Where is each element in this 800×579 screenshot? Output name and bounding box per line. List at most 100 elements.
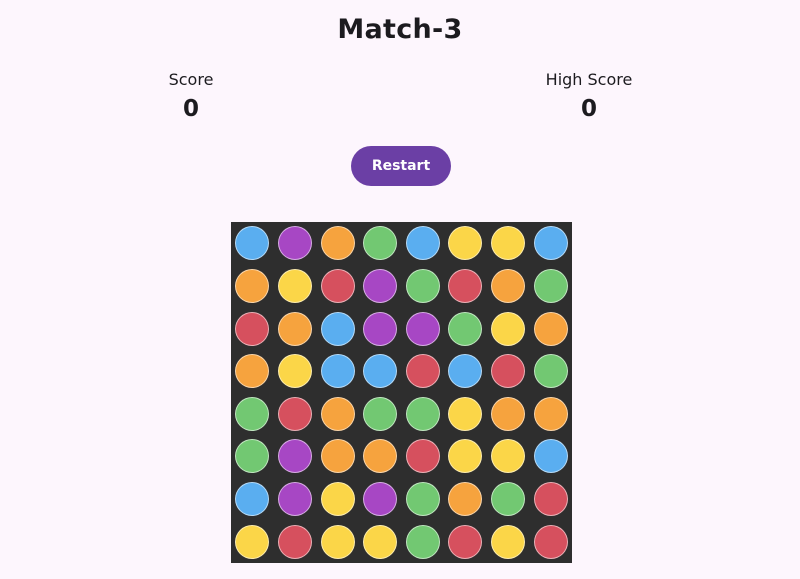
board-cell[interactable] [316,520,359,563]
red-gem[interactable] [405,354,440,389]
board-cell[interactable] [274,222,317,265]
red-gem[interactable] [533,524,568,559]
board-cell[interactable] [316,307,359,350]
blue-gem[interactable] [448,354,483,389]
yellow-gem[interactable] [491,311,526,346]
board-cell[interactable] [274,307,317,350]
board-cell[interactable] [359,265,402,308]
board-cell[interactable] [487,520,530,563]
board-cell[interactable] [274,478,317,521]
orange-gem[interactable] [533,311,568,346]
board-cell[interactable] [274,350,317,393]
board-cell[interactable] [231,350,274,393]
board-cell[interactable] [529,265,572,308]
orange-gem[interactable] [491,396,526,431]
board-cell[interactable] [487,393,530,436]
yellow-gem[interactable] [320,524,355,559]
purple-gem[interactable] [363,482,398,517]
board-cell[interactable] [231,478,274,521]
board-cell[interactable] [487,265,530,308]
green-gem[interactable] [405,396,440,431]
green-gem[interactable] [405,524,440,559]
board-cell[interactable] [316,350,359,393]
blue-gem[interactable] [320,311,355,346]
orange-gem[interactable] [235,268,270,303]
board-cell[interactable] [444,435,487,478]
green-gem[interactable] [533,268,568,303]
board-cell[interactable] [316,222,359,265]
purple-gem[interactable] [405,311,440,346]
board-cell[interactable] [231,307,274,350]
restart-button[interactable]: Restart [351,146,451,186]
green-gem[interactable] [363,226,398,261]
board-cell[interactable] [402,307,445,350]
board-cell[interactable] [444,478,487,521]
board-cell[interactable] [359,520,402,563]
red-gem[interactable] [491,354,526,389]
board-cell[interactable] [402,435,445,478]
board-cell[interactable] [529,435,572,478]
red-gem[interactable] [448,268,483,303]
board-cell[interactable] [359,393,402,436]
board-cell[interactable] [529,222,572,265]
red-gem[interactable] [448,524,483,559]
yellow-gem[interactable] [235,524,270,559]
blue-gem[interactable] [235,482,270,517]
orange-gem[interactable] [448,482,483,517]
red-gem[interactable] [235,311,270,346]
red-gem[interactable] [405,439,440,474]
board-cell[interactable] [529,307,572,350]
board-cell[interactable] [231,393,274,436]
yellow-gem[interactable] [448,226,483,261]
yellow-gem[interactable] [363,524,398,559]
board-cell[interactable] [316,478,359,521]
green-gem[interactable] [235,439,270,474]
blue-gem[interactable] [533,226,568,261]
board-cell[interactable] [529,350,572,393]
board-cell[interactable] [444,222,487,265]
green-gem[interactable] [491,482,526,517]
green-gem[interactable] [405,268,440,303]
board-cell[interactable] [402,393,445,436]
board-cell[interactable] [529,478,572,521]
board-cell[interactable] [487,222,530,265]
board-cell[interactable] [444,350,487,393]
blue-gem[interactable] [533,439,568,474]
board-cell[interactable] [487,478,530,521]
board-cell[interactable] [231,435,274,478]
board-cell[interactable] [487,307,530,350]
board-cell[interactable] [529,520,572,563]
purple-gem[interactable] [277,482,312,517]
orange-gem[interactable] [235,354,270,389]
green-gem[interactable] [448,311,483,346]
orange-gem[interactable] [363,439,398,474]
board-cell[interactable] [402,222,445,265]
blue-gem[interactable] [235,226,270,261]
blue-gem[interactable] [405,226,440,261]
green-gem[interactable] [363,396,398,431]
blue-gem[interactable] [320,354,355,389]
orange-gem[interactable] [491,268,526,303]
board-cell[interactable] [529,393,572,436]
board-cell[interactable] [444,307,487,350]
board-cell[interactable] [359,222,402,265]
blue-gem[interactable] [363,354,398,389]
purple-gem[interactable] [363,268,398,303]
green-gem[interactable] [235,396,270,431]
yellow-gem[interactable] [277,354,312,389]
green-gem[interactable] [405,482,440,517]
board-cell[interactable] [444,265,487,308]
board-cell[interactable] [402,350,445,393]
board-cell[interactable] [359,478,402,521]
purple-gem[interactable] [277,439,312,474]
board-cell[interactable] [402,478,445,521]
board-cell[interactable] [316,435,359,478]
yellow-gem[interactable] [491,226,526,261]
yellow-gem[interactable] [448,396,483,431]
board-cell[interactable] [487,350,530,393]
board-cell[interactable] [316,265,359,308]
board-cell[interactable] [231,222,274,265]
red-gem[interactable] [277,524,312,559]
board-cell[interactable] [231,265,274,308]
purple-gem[interactable] [363,311,398,346]
